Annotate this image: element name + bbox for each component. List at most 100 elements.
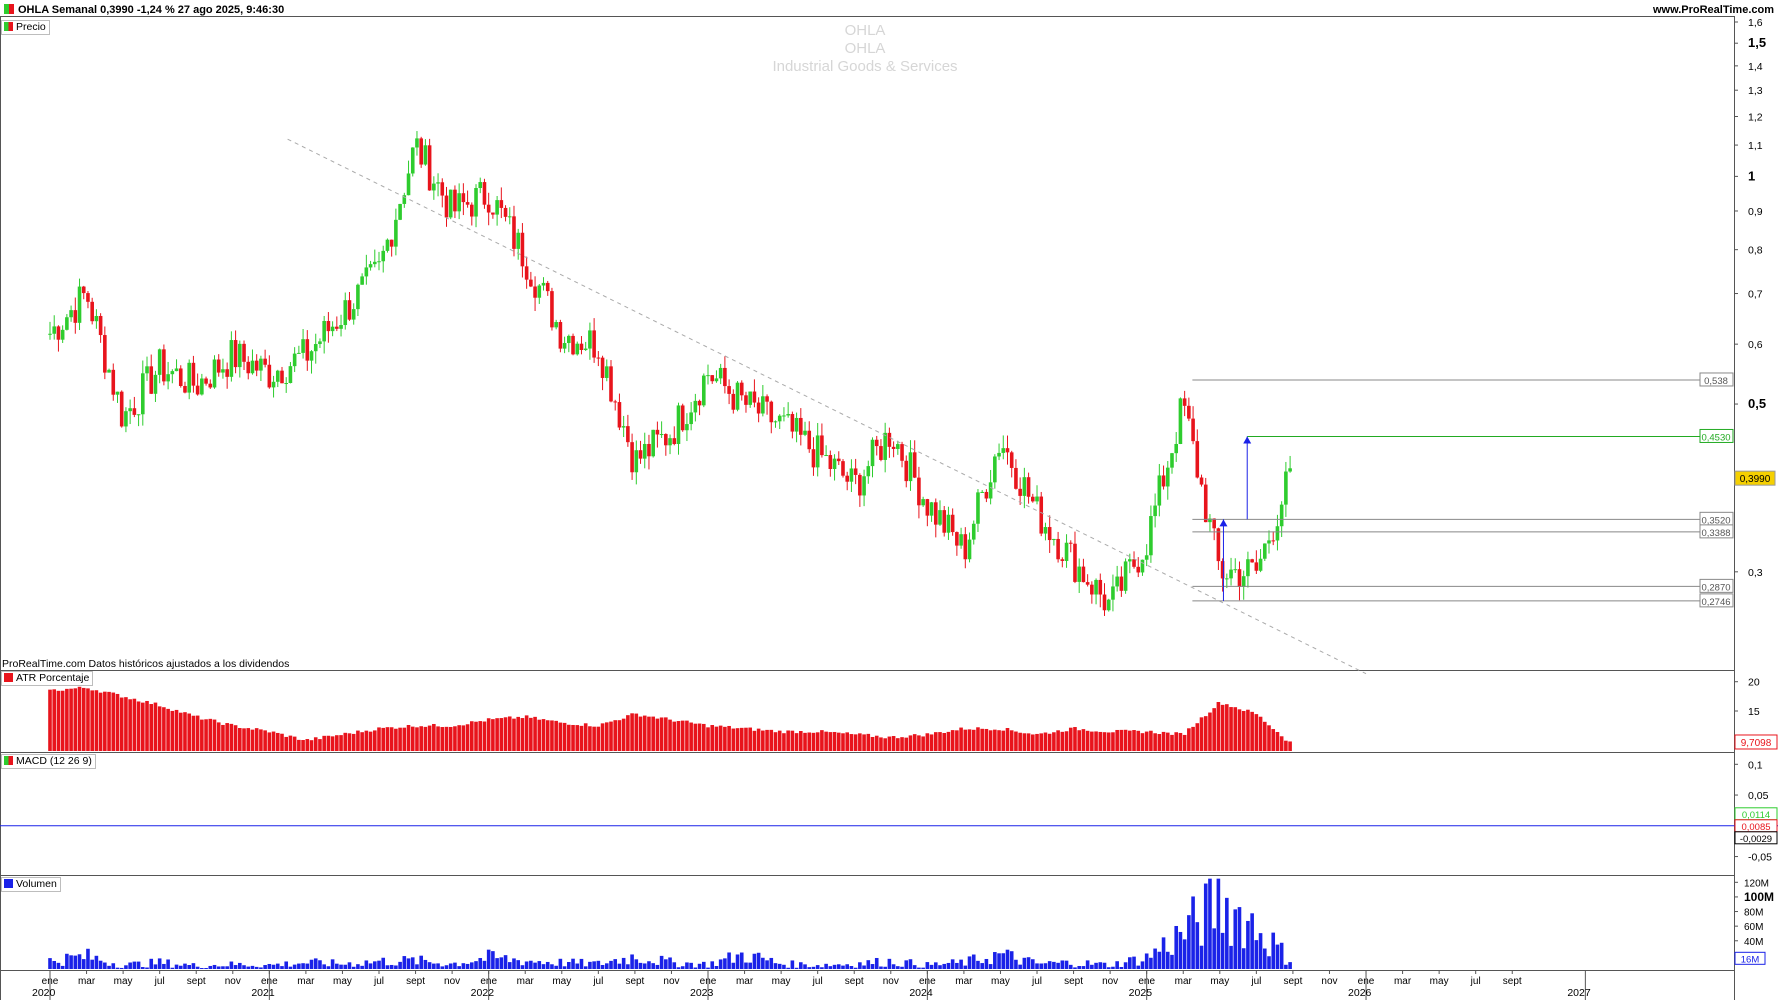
atr-bar — [769, 729, 774, 751]
target-arrow-2-head — [1243, 436, 1252, 444]
volume-bar — [1161, 937, 1166, 969]
atr-bar — [1115, 729, 1119, 751]
volume-bar — [1119, 966, 1124, 969]
price-candle-body — [288, 366, 293, 384]
atr-bar — [77, 686, 82, 751]
price-candle-body — [195, 385, 200, 395]
atr-bar — [94, 690, 99, 751]
atr-bar — [1102, 732, 1107, 751]
atr-bar — [107, 691, 111, 751]
volume-bar — [482, 960, 487, 969]
volume-bar — [474, 961, 478, 969]
price-candle-body — [208, 383, 213, 388]
volume-bar — [1009, 951, 1014, 969]
price-candle-body — [495, 200, 499, 215]
volume-bar — [849, 966, 854, 969]
volume-bar — [777, 963, 782, 969]
price-candle-body — [140, 373, 145, 415]
price-candle-body — [1284, 471, 1288, 505]
volume-bar — [693, 967, 698, 969]
site-link[interactable]: www.ProRealTime.com — [1653, 4, 1774, 16]
volume-bar — [1284, 964, 1288, 969]
volume-bar — [1030, 959, 1035, 969]
volume-bar — [1056, 962, 1060, 969]
volume-bar — [356, 964, 360, 969]
time-year-label: 2026 — [1348, 987, 1372, 999]
atr-bar — [499, 718, 504, 751]
atr-bar — [225, 723, 229, 751]
atr-tick-label: 15 — [1748, 706, 1760, 718]
atr-bar — [162, 707, 166, 751]
price-candle-body — [874, 439, 879, 447]
price-candle-body — [1052, 538, 1056, 541]
atr-bar — [617, 720, 622, 751]
price-candle-body — [735, 382, 740, 410]
time-month-label: mar — [736, 976, 754, 987]
price-candle-body — [866, 466, 871, 477]
price-candle-body — [942, 510, 947, 533]
volume-bar — [250, 965, 255, 969]
atr-bar — [824, 731, 828, 751]
volume-bar — [651, 963, 655, 969]
price-candle-body — [984, 491, 989, 499]
atr-bar — [1153, 733, 1157, 751]
volume-bar — [398, 961, 402, 969]
panel-label-volume[interactable]: Volumen — [1, 877, 61, 892]
volume-bar — [1165, 951, 1170, 969]
time-month-label: sept — [1283, 976, 1302, 987]
panel-label-price[interactable]: Precio — [1, 20, 50, 35]
atr-bar — [879, 737, 883, 751]
volume-bar — [381, 957, 386, 969]
volume-bar — [1001, 953, 1006, 969]
price-candle-body — [1258, 558, 1263, 571]
volume-bar — [790, 960, 795, 969]
atr-bar — [364, 730, 369, 751]
volume-bar — [558, 958, 563, 969]
time-month-label: jul — [373, 976, 384, 987]
volume-tick-label: 120M — [1744, 878, 1769, 889]
volume-bar — [187, 965, 191, 969]
atr-bar — [1258, 716, 1263, 751]
atr-bar — [166, 708, 170, 751]
atr-bar — [140, 702, 145, 751]
price-candle-body — [933, 502, 938, 525]
macd-tick-label: -0,05 — [1748, 852, 1772, 864]
price-candle-body — [103, 335, 107, 373]
price-candle-body — [360, 276, 364, 285]
atr-bar — [60, 690, 65, 751]
volume-bar — [1208, 878, 1212, 969]
atr-bar — [406, 724, 411, 751]
volume-bar — [1039, 963, 1044, 969]
price-candle-body — [1279, 504, 1284, 527]
atr-bar — [988, 730, 993, 751]
atr-bar — [98, 692, 103, 751]
panel-label-macd[interactable]: MACD (12 26 9) — [1, 754, 96, 769]
atr-bar — [925, 733, 930, 751]
price-candle-body — [1064, 542, 1069, 561]
price-candle-body — [486, 204, 491, 213]
volume-swatch-icon — [4, 879, 13, 888]
atr-bar — [1081, 729, 1086, 751]
volume-bar — [284, 961, 289, 969]
price-candle-body — [1035, 496, 1039, 502]
atr-bar — [343, 732, 348, 751]
atr-bar — [912, 734, 917, 751]
atr-bar — [609, 721, 613, 751]
volume-bar — [550, 964, 554, 969]
atr-bar — [482, 721, 487, 751]
price-candle-body — [157, 349, 162, 375]
price-candle-body — [246, 361, 251, 374]
atr-bar — [1191, 726, 1195, 751]
volume-bar — [862, 965, 866, 969]
atr-bar — [1165, 732, 1170, 751]
volume-bar — [1237, 907, 1242, 969]
price-candle-body — [811, 449, 816, 468]
atr-bar — [229, 723, 234, 751]
atr-bar — [558, 722, 563, 751]
atr-bar — [1284, 740, 1288, 751]
level-label: 0,2870 — [1701, 582, 1730, 593]
atr-bar — [1094, 731, 1098, 751]
panel-label-atr[interactable]: ATR Porcentaje — [1, 671, 94, 686]
atr-bar — [803, 732, 807, 751]
atr-bar — [1123, 729, 1128, 751]
